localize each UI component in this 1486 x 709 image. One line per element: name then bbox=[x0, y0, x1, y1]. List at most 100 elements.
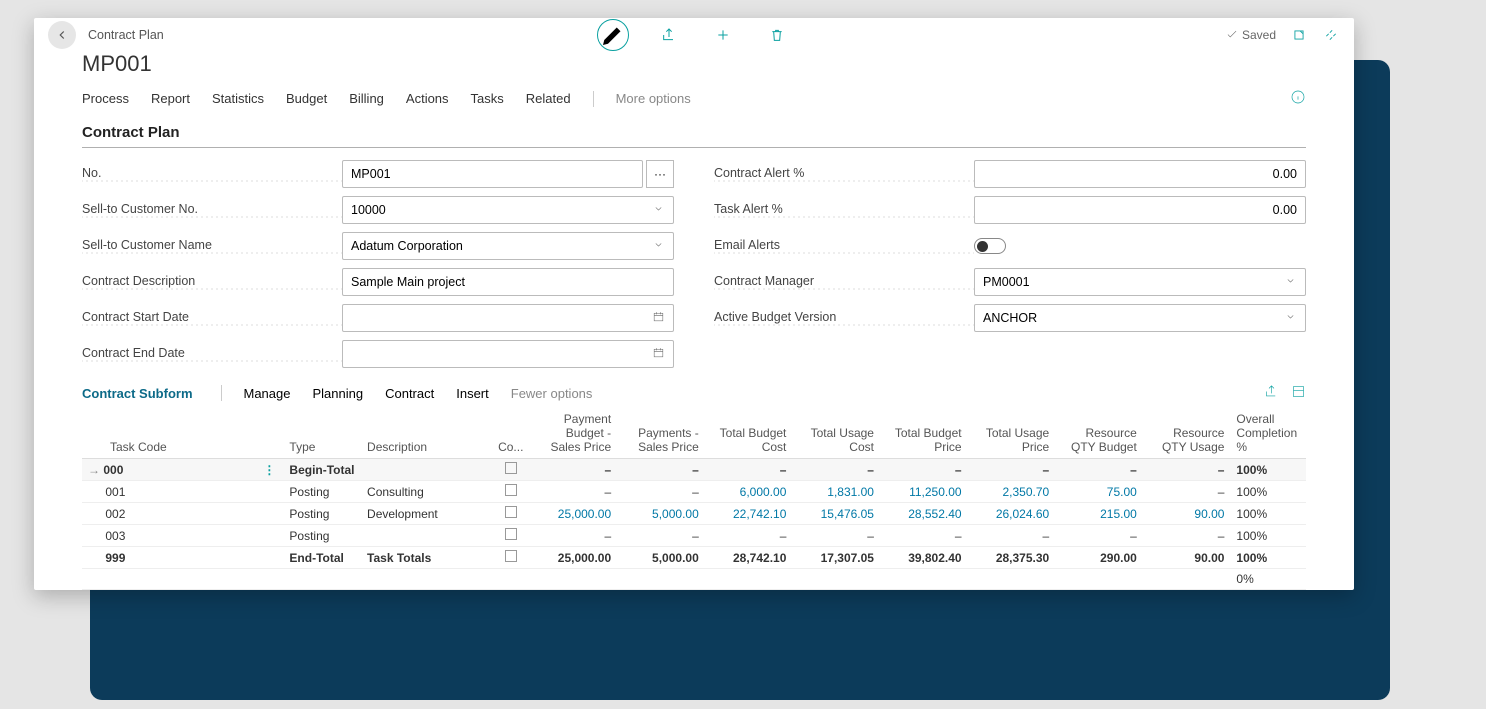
subform-planning[interactable]: Planning bbox=[312, 386, 363, 401]
menu-related[interactable]: Related bbox=[526, 91, 571, 106]
cell: 6,000.00 bbox=[705, 481, 793, 503]
col-co[interactable]: Co... bbox=[492, 408, 530, 459]
form-label: Contract End Date bbox=[82, 346, 342, 362]
table-row[interactable]: → 000⋮Begin-Total––––––––100% bbox=[82, 459, 1306, 481]
form-row: Active Budget VersionANCHOR bbox=[714, 304, 1306, 332]
subform-insert[interactable]: Insert bbox=[456, 386, 489, 401]
cell: 2,350.70 bbox=[968, 481, 1056, 503]
col-total-usage-price[interactable]: Total Usage Price bbox=[968, 408, 1056, 459]
edit-button[interactable] bbox=[597, 19, 629, 51]
checkbox[interactable] bbox=[505, 484, 517, 496]
subform-fewer-options[interactable]: Fewer options bbox=[511, 386, 593, 401]
menu-statistics[interactable]: Statistics bbox=[212, 91, 264, 106]
input-contract-manager[interactable]: PM0001 bbox=[974, 268, 1306, 296]
menu-billing[interactable]: Billing bbox=[349, 91, 384, 106]
col-description[interactable]: Description bbox=[361, 408, 492, 459]
cell: 28,742.10 bbox=[705, 547, 793, 569]
menu-divider bbox=[593, 91, 594, 107]
input-no-[interactable]: MP001 bbox=[342, 160, 643, 188]
menu-more-options[interactable]: More options bbox=[616, 91, 691, 106]
input-task-alert-[interactable]: 0.00 bbox=[974, 196, 1306, 224]
form-label: Contract Description bbox=[82, 274, 342, 290]
form-row: Contract Alert %0.00 bbox=[714, 160, 1306, 188]
form-label: Contract Alert % bbox=[714, 166, 974, 182]
cell: 5,000.00 bbox=[617, 547, 705, 569]
cell: – bbox=[530, 459, 618, 481]
col-total-usage-cost[interactable]: Total Usage Cost bbox=[792, 408, 880, 459]
chevron-down-icon bbox=[652, 238, 665, 254]
menu-tasks[interactable]: Tasks bbox=[471, 91, 504, 106]
table-row[interactable]: 999End-TotalTask Totals25,000.005,000.00… bbox=[82, 547, 1306, 569]
cell: Posting bbox=[283, 503, 361, 525]
cell bbox=[1055, 569, 1143, 590]
form-row: Contract ManagerPM0001 bbox=[714, 268, 1306, 296]
checkbox[interactable] bbox=[505, 506, 517, 518]
help-button[interactable] bbox=[1290, 89, 1306, 108]
table-row[interactable]: 003Posting––––––––100% bbox=[82, 525, 1306, 547]
col-total-budget-cost[interactable]: Total Budget Cost bbox=[705, 408, 793, 459]
subform-table-wrap: Task Code Type Description Co... Payment… bbox=[34, 408, 1354, 590]
cell bbox=[530, 569, 618, 590]
cell bbox=[705, 569, 793, 590]
form-row: No.MP001··· bbox=[82, 160, 674, 188]
back-button[interactable] bbox=[48, 21, 76, 49]
form-left-col: No.MP001···Sell-to Customer No.10000Sell… bbox=[82, 160, 674, 368]
input-contract-description[interactable]: Sample Main project bbox=[342, 268, 674, 296]
menu-budget[interactable]: Budget bbox=[286, 91, 327, 106]
subform-divider bbox=[221, 385, 222, 401]
input-contract-alert-[interactable]: 0.00 bbox=[974, 160, 1306, 188]
form-right-col: Contract Alert %0.00Task Alert %0.00Emai… bbox=[714, 160, 1306, 368]
cell-checkbox bbox=[492, 503, 530, 525]
table-row[interactable]: 0% bbox=[82, 569, 1306, 590]
cell-task-code: 001 bbox=[82, 481, 283, 503]
subform-expand-button[interactable] bbox=[1291, 384, 1306, 402]
subform-share-button[interactable] bbox=[1264, 384, 1279, 402]
col-payment-budget[interactable]: Payment Budget - Sales Price bbox=[530, 408, 618, 459]
pencil-icon bbox=[598, 20, 628, 50]
share-button[interactable] bbox=[655, 21, 683, 49]
check-icon bbox=[1225, 27, 1239, 41]
table-row[interactable]: 002PostingDevelopment25,000.005,000.0022… bbox=[82, 503, 1306, 525]
app-window: Contract Plan Saved bbox=[34, 18, 1354, 590]
row-menu-button[interactable]: ⋮ bbox=[261, 463, 277, 477]
subform-title[interactable]: Contract Subform bbox=[82, 386, 193, 401]
subform-manage[interactable]: Manage bbox=[244, 386, 291, 401]
expand-icon bbox=[1291, 384, 1306, 399]
collapse-button[interactable] bbox=[1322, 26, 1340, 44]
new-button[interactable] bbox=[709, 21, 737, 49]
input-active-budget-version[interactable]: ANCHOR bbox=[974, 304, 1306, 332]
cell: 15,476.05 bbox=[792, 503, 880, 525]
trash-icon bbox=[769, 27, 785, 43]
form-row: Task Alert %0.00 bbox=[714, 196, 1306, 224]
input-sell-to-customer-no-[interactable]: 10000 bbox=[342, 196, 674, 224]
cell: – bbox=[1143, 481, 1231, 503]
lookup-button[interactable]: ··· bbox=[646, 160, 674, 188]
cell: 22,742.10 bbox=[705, 503, 793, 525]
input-sell-to-customer-name[interactable]: Adatum Corporation bbox=[342, 232, 674, 260]
form-label: Contract Start Date bbox=[82, 310, 342, 326]
col-resource-qty-usage[interactable]: Resource QTY Usage bbox=[1143, 408, 1231, 459]
col-task-code[interactable]: Task Code bbox=[82, 408, 283, 459]
table-row[interactable]: 001PostingConsulting––6,000.001,831.0011… bbox=[82, 481, 1306, 503]
checkbox[interactable] bbox=[505, 528, 517, 540]
menu-process[interactable]: Process bbox=[82, 91, 129, 106]
col-type[interactable]: Type bbox=[283, 408, 361, 459]
toggle-email-alerts[interactable] bbox=[974, 238, 1006, 254]
form-area: No.MP001···Sell-to Customer No.10000Sell… bbox=[34, 160, 1354, 378]
col-payments-sales[interactable]: Payments - Sales Price bbox=[617, 408, 705, 459]
menu-actions[interactable]: Actions bbox=[406, 91, 449, 106]
popout-button[interactable] bbox=[1290, 26, 1308, 44]
col-overall-completion[interactable]: Overall Completion % bbox=[1230, 408, 1306, 459]
form-row: Contract Start Date bbox=[82, 304, 674, 332]
subform-contract[interactable]: Contract bbox=[385, 386, 434, 401]
cell: Posting bbox=[283, 525, 361, 547]
delete-button[interactable] bbox=[763, 21, 791, 49]
checkbox[interactable] bbox=[505, 462, 517, 474]
checkbox[interactable] bbox=[505, 550, 517, 562]
col-resource-qty-budget[interactable]: Resource QTY Budget bbox=[1055, 408, 1143, 459]
input-contract-start-date[interactable] bbox=[342, 304, 674, 332]
col-total-budget-price[interactable]: Total Budget Price bbox=[880, 408, 968, 459]
menu-report[interactable]: Report bbox=[151, 91, 190, 106]
input-contract-end-date[interactable] bbox=[342, 340, 674, 368]
title-bar: Contract Plan Saved bbox=[34, 18, 1354, 51]
